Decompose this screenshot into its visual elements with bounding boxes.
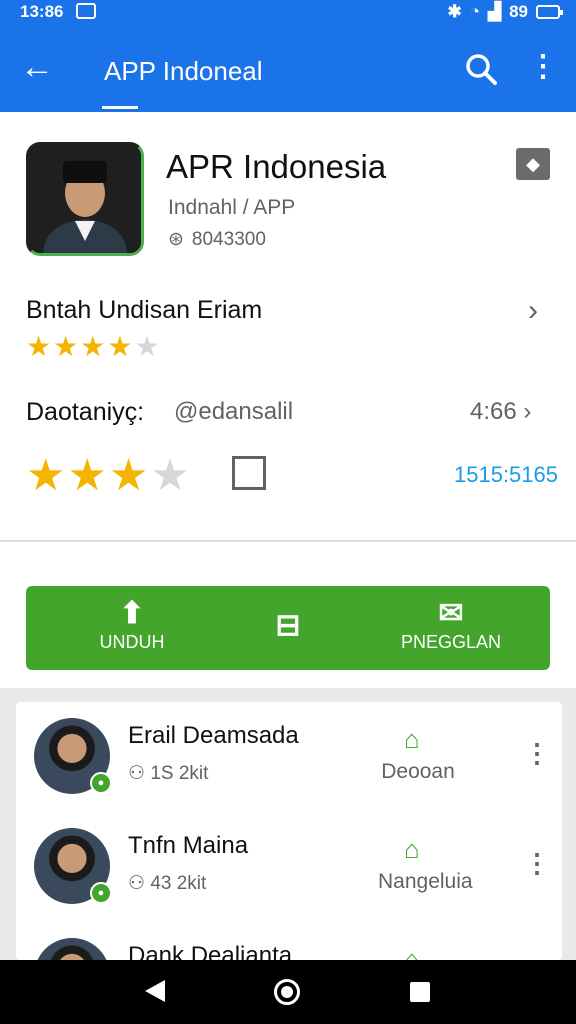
rating-stars-small: ★★★★★ xyxy=(26,330,162,363)
status-time: 13:86 xyxy=(20,2,64,21)
app-bar-title: APP Indoneal xyxy=(104,56,263,86)
rating-value-link[interactable]: 1515:5165 xyxy=(454,462,558,488)
developer-count[interactable]: 4:66 › xyxy=(470,398,531,426)
app-icon xyxy=(26,142,144,256)
developer-label: Daotaniyç: xyxy=(26,398,145,426)
list-item-name: Dank Dealianta xyxy=(128,942,293,960)
nav-back-icon[interactable] xyxy=(145,980,165,1002)
avatar xyxy=(34,938,110,960)
rating-stars-big[interactable]: ★★★★ xyxy=(26,450,192,501)
download-button-label: UNDUH xyxy=(99,632,165,652)
arrow-left-icon[interactable]: ← xyxy=(20,50,54,84)
avatar: ● xyxy=(34,828,112,904)
message-button[interactable]: ✉ PNEGGLAN xyxy=(376,586,526,670)
star-empty-icon: ★ xyxy=(150,451,192,500)
list-item-action[interactable]: Nangeluia xyxy=(378,870,473,894)
home-icon: ⌂ xyxy=(404,944,420,960)
contact-list: ● Erail Deamsada ⚇ 1S 2kit ⌂ Deooan ⋮ ● … xyxy=(16,702,562,960)
status-icons: ✱ ◔ ▟ 89 xyxy=(447,2,563,22)
list-item[interactable]: ● Erail Deamsada ⚇ 1S 2kit ⌂ Deooan ⋮ xyxy=(16,702,562,812)
search-icon[interactable] xyxy=(464,52,498,86)
app-developer[interactable]: Indnahl / APP xyxy=(168,196,295,220)
list-item-meta-value: 43 2kit xyxy=(150,873,207,894)
star-empty-icon: ★ xyxy=(134,331,162,362)
bluetooth-icon: ✱ xyxy=(447,2,462,21)
action-bar: ⬆ UNDUH ⊟ ✉ PNEGGLAN xyxy=(26,586,550,670)
nav-recents-icon[interactable] xyxy=(410,982,430,1002)
chevron-right-icon[interactable]: › xyxy=(528,294,538,328)
report-flag-icon[interactable] xyxy=(232,456,266,490)
star-icon: ★ xyxy=(107,331,135,362)
star-icon: ★ xyxy=(108,451,151,500)
battery-icon xyxy=(536,5,563,19)
battery-percent: 89 xyxy=(509,2,528,21)
title-underline xyxy=(102,106,138,109)
nav-home-icon[interactable] xyxy=(274,979,300,1005)
avatar: ● xyxy=(34,718,112,794)
grid-icon: ⊟ xyxy=(275,609,301,642)
portrait-icon xyxy=(29,145,141,253)
wifi-icon: ◔ xyxy=(469,2,480,21)
star-icon: ★ xyxy=(53,331,81,362)
list-item-meta-value: 1S 2kit xyxy=(150,763,209,784)
developer-handle[interactable]: @edansalil xyxy=(174,398,293,426)
more-vert-icon[interactable]: ⋮ xyxy=(524,848,550,879)
list-item-meta: ⚇ 43 2kit xyxy=(128,873,207,894)
upload-icon: ⬆ xyxy=(119,597,145,630)
online-badge-icon: ● xyxy=(90,772,112,794)
app-name: APR Indonesia xyxy=(166,148,387,185)
download-button[interactable]: ⬆ UNDUH xyxy=(72,586,192,670)
app-meta-value: 8043300 xyxy=(191,228,266,250)
online-badge-icon: ● xyxy=(90,882,112,904)
app-meta: ⊛ 8043300 xyxy=(168,228,266,251)
home-icon: ⌂ xyxy=(404,724,420,754)
system-nav-bar xyxy=(0,960,576,1024)
list-item[interactable]: ● Tnfn Maina ⚇ 43 2kit ⌂ Nangeluia ⋮ xyxy=(16,812,562,922)
list-item[interactable]: Dank Dealianta ⌂ xyxy=(16,922,562,960)
more-vert-icon[interactable]: ⋮ xyxy=(528,52,558,82)
home-icon: ⌂ xyxy=(404,834,420,864)
list-item-meta: ⚇ 1S 2kit xyxy=(128,763,209,784)
grid-button[interactable]: ⊟ xyxy=(248,586,328,670)
status-bar: 13:86 ✱ ◔ ▟ 89 xyxy=(0,0,576,24)
more-vert-icon[interactable]: ⋮ xyxy=(524,738,550,769)
download-count-icon: ⊛ xyxy=(168,229,184,250)
message-button-label: PNEGGLAN xyxy=(400,632,502,652)
star-icon: ★ xyxy=(26,331,54,362)
rating-row-label[interactable]: Bntah Undisan Eriam xyxy=(26,296,262,325)
signal-icon: ▟ xyxy=(488,2,502,21)
developer-count-value: 4:66 xyxy=(470,398,517,425)
section-divider xyxy=(0,540,576,542)
list-item-name: Tnfn Maina xyxy=(128,832,249,859)
star-icon: ★ xyxy=(80,331,108,362)
list-item-action[interactable]: Deooan xyxy=(378,760,458,784)
image-notification-icon xyxy=(76,3,96,19)
star-icon: ★ xyxy=(67,451,109,500)
star-icon: ★ xyxy=(26,451,68,500)
message-icon: ✉ xyxy=(438,597,464,630)
list-item-name: Erail Deamsada xyxy=(128,722,299,749)
bookmark-icon[interactable]: ◆ xyxy=(516,148,550,180)
app-bar: ← APP Indoneal ⋮ xyxy=(0,24,576,112)
